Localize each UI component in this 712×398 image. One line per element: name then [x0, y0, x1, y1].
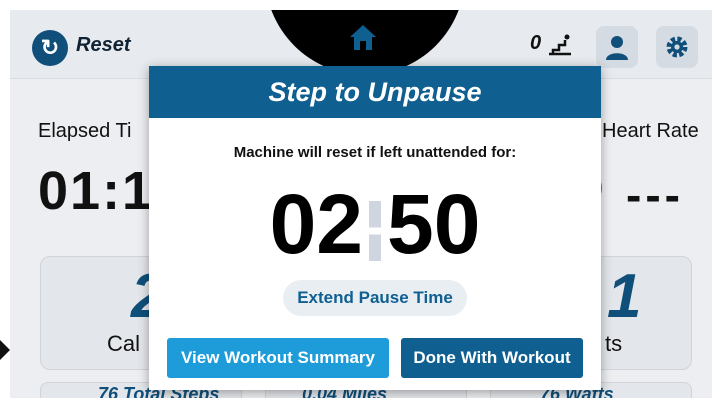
gear-icon: [666, 36, 688, 58]
floors-label: ts: [605, 331, 623, 356]
reset-label[interactable]: Reset: [76, 34, 130, 57]
reset-icon[interactable]: ↻: [32, 30, 68, 66]
dialog-title: Step to Unpause: [149, 66, 601, 118]
elapsed-time-label: Elapsed Ti: [38, 120, 132, 142]
elapsed-time-value: 01:1: [38, 161, 155, 221]
step-counter: 0: [530, 32, 542, 54]
user-button[interactable]: [596, 26, 638, 68]
pause-dialog: Step to Unpause Machine will reset if le…: [149, 66, 601, 390]
home-icon[interactable]: [348, 22, 378, 52]
countdown-timer: 02 50: [149, 174, 601, 274]
user-icon: [606, 36, 628, 60]
dialog-message: Machine will reset if left unattended fo…: [233, 144, 517, 161]
extend-pause-button[interactable]: Extend Pause Time: [283, 280, 467, 316]
floors-value: 1: [607, 262, 642, 331]
settings-button[interactable]: [656, 26, 698, 68]
done-workout-button[interactable]: Done With Workout: [401, 338, 583, 378]
stairs-icon: [549, 34, 571, 56]
heart-rate-value: ---: [626, 169, 684, 221]
workout-screen: ↻ Reset 0 Elapsed Ti 01:1 Heart Rate ---…: [10, 10, 712, 398]
heart-rate-label: Heart Rate: [602, 120, 699, 142]
arrow-right-icon[interactable]: [0, 340, 10, 360]
view-summary-button[interactable]: View Workout Summary: [167, 338, 389, 378]
calories-label: Cal: [107, 331, 141, 356]
timer-minutes: 02: [269, 177, 363, 271]
timer-separator: [369, 200, 381, 261]
timer-seconds: 50: [387, 177, 481, 271]
